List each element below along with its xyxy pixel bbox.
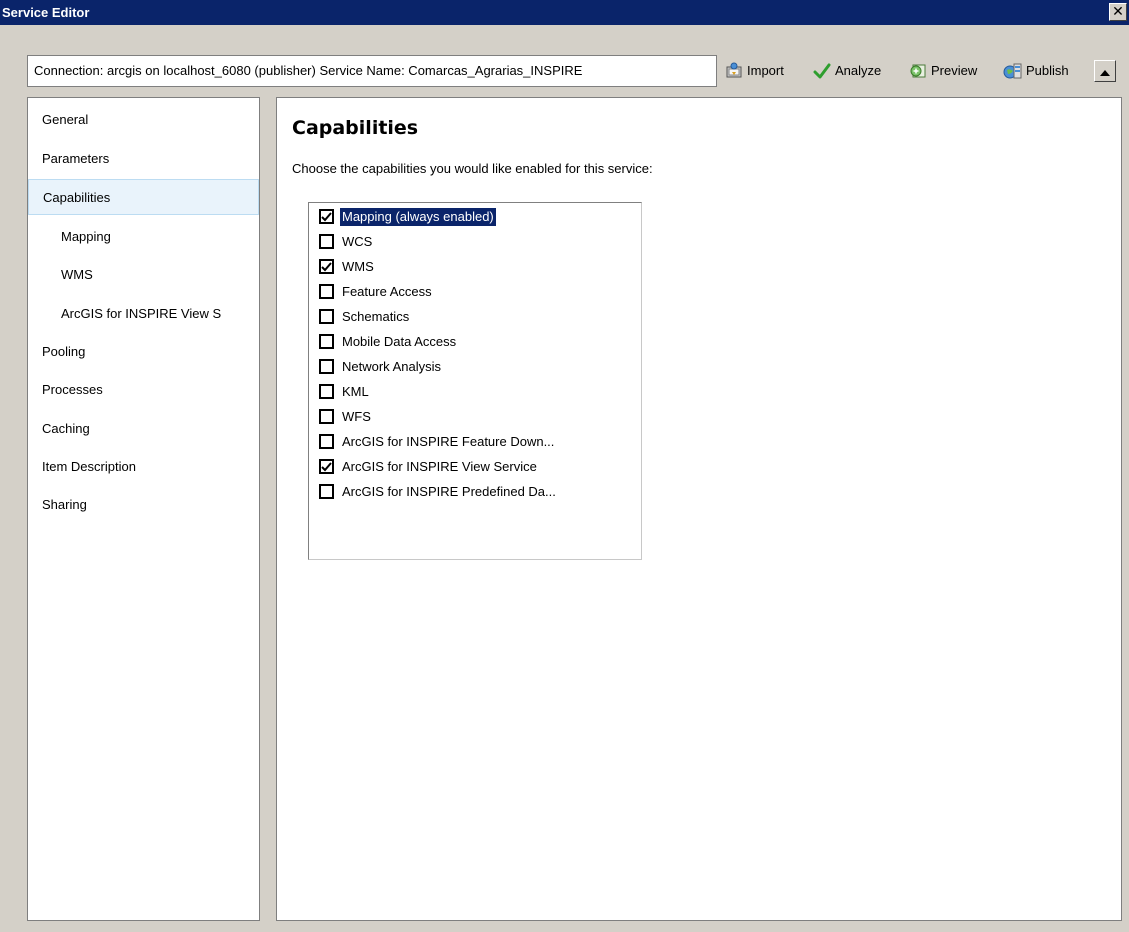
import-label: Import xyxy=(747,63,784,78)
sidebar-item-parameters[interactable]: Parameters xyxy=(28,141,259,177)
collapse-arrow-up-icon xyxy=(1100,64,1110,79)
sidebar-item-pooling[interactable]: Pooling xyxy=(28,334,259,370)
window-title: Service Editor xyxy=(2,5,90,20)
capabilities-list[interactable]: Mapping (always enabled) WCS WMS Feature… xyxy=(308,202,642,560)
checkbox[interactable] xyxy=(319,259,334,274)
sidebar-item-label: Capabilities xyxy=(43,190,111,205)
sidebar-item-label: ArcGIS for INSPIRE View S xyxy=(61,306,222,321)
connection-info: Connection: arcgis on localhost_6080 (pu… xyxy=(27,55,717,87)
sidebar-item-general[interactable]: General xyxy=(28,102,259,138)
checkbox[interactable] xyxy=(319,359,334,374)
analyze-button[interactable]: Analyze xyxy=(812,58,881,84)
capabilities-description: Choose the capabilities you would like e… xyxy=(292,161,653,176)
capability-item[interactable]: ArcGIS for INSPIRE Predefined Da... xyxy=(319,479,558,504)
capability-item[interactable]: ArcGIS for INSPIRE View Service xyxy=(319,454,539,479)
checkbox[interactable] xyxy=(319,434,334,449)
close-icon: ✕ xyxy=(1112,3,1124,19)
capability-label: Feature Access xyxy=(342,283,432,299)
sidebar-item-inspire-view[interactable]: ArcGIS for INSPIRE View S xyxy=(28,296,259,332)
capability-label: Mobile Data Access xyxy=(342,333,457,349)
capability-item[interactable]: Schematics xyxy=(319,304,411,329)
capability-item[interactable]: Mapping (always enabled) xyxy=(319,204,496,229)
capability-item[interactable]: WCS xyxy=(319,229,374,254)
capability-label: ArcGIS for INSPIRE Predefined Da... xyxy=(342,483,556,499)
capability-item[interactable]: ArcGIS for INSPIRE Feature Down... xyxy=(319,429,556,454)
analyze-label: Analyze xyxy=(835,63,882,78)
capability-label: Schematics xyxy=(342,308,410,324)
sidebar-item-label: Sharing xyxy=(42,497,87,512)
sidebar-nav: General Parameters Capabilities Mapping … xyxy=(27,97,260,921)
sidebar-item-label: Processes xyxy=(42,382,103,397)
publish-button[interactable]: Publish xyxy=(1003,58,1069,84)
preview-icon xyxy=(908,61,928,81)
checkbox[interactable] xyxy=(319,284,334,299)
checkbox[interactable] xyxy=(319,459,334,474)
page-title: Capabilities xyxy=(292,117,419,139)
capability-label: Network Analysis xyxy=(342,358,441,374)
checkbox[interactable] xyxy=(319,384,334,399)
import-icon xyxy=(724,61,744,81)
sidebar-item-wms[interactable]: WMS xyxy=(28,257,259,293)
sidebar-item-processes[interactable]: Processes xyxy=(28,372,259,408)
close-button[interactable]: ✕ xyxy=(1109,3,1127,21)
sidebar-item-label: WMS xyxy=(61,267,93,282)
title-bar: Service Editor ✕ xyxy=(0,0,1129,25)
publish-label: Publish xyxy=(1026,63,1069,78)
capability-label: KML xyxy=(342,383,369,399)
sidebar-item-item-description[interactable]: Item Description xyxy=(28,449,259,485)
capability-item[interactable]: WFS xyxy=(319,404,373,429)
sidebar-item-capabilities[interactable]: Capabilities xyxy=(28,179,259,215)
capability-item[interactable]: Mobile Data Access xyxy=(319,329,458,354)
capability-label: ArcGIS for INSPIRE Feature Down... xyxy=(342,433,555,449)
capability-label: WMS xyxy=(342,258,374,274)
capability-label: ArcGIS for INSPIRE View Service xyxy=(342,458,537,474)
publish-icon xyxy=(1003,61,1023,81)
sidebar-item-mapping[interactable]: Mapping xyxy=(28,219,259,255)
sidebar-item-sharing[interactable]: Sharing xyxy=(28,487,259,523)
checkbox[interactable] xyxy=(319,334,334,349)
capability-item[interactable]: Feature Access xyxy=(319,279,434,304)
checkbox[interactable] xyxy=(319,309,334,324)
checkbox[interactable] xyxy=(319,409,334,424)
checkbox[interactable] xyxy=(319,234,334,249)
checkbox[interactable] xyxy=(319,209,334,224)
preview-label: Preview xyxy=(931,63,978,78)
capability-label: WCS xyxy=(342,233,373,249)
sidebar-item-label: Pooling xyxy=(42,344,86,359)
capability-item[interactable]: KML xyxy=(319,379,371,404)
sidebar-item-label: Caching xyxy=(42,421,90,436)
sidebar-item-label: General xyxy=(42,112,89,127)
sidebar-item-caching[interactable]: Caching xyxy=(28,411,259,447)
capability-label: WFS xyxy=(342,408,371,424)
sidebar-item-label: Item Description xyxy=(42,459,136,474)
sidebar-item-label: Mapping xyxy=(61,229,111,244)
capabilities-panel: Capabilities Choose the capabilities you… xyxy=(276,97,1122,921)
capability-label: Mapping (always enabled) xyxy=(340,207,496,226)
import-button[interactable]: Import xyxy=(724,58,784,84)
analyze-check-icon xyxy=(812,61,832,81)
capability-item[interactable]: WMS xyxy=(319,254,376,279)
collapse-button[interactable] xyxy=(1094,60,1116,82)
sidebar-item-label: Parameters xyxy=(42,151,110,166)
checkbox[interactable] xyxy=(319,484,334,499)
preview-button[interactable]: Preview xyxy=(908,58,977,84)
capability-item[interactable]: Network Analysis xyxy=(319,354,443,379)
